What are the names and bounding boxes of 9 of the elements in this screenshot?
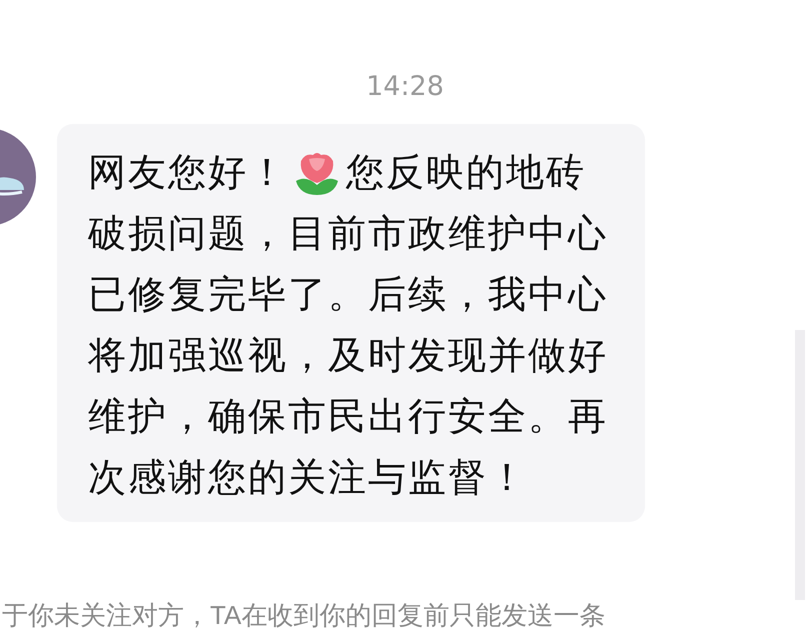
message-text: 您反映的地砖 [346, 151, 586, 196]
message-text: 将加强巡视，及时发现并做好 [88, 334, 608, 379]
message-text: 次感谢您的关注与监督！ [88, 456, 528, 501]
notice-text: 于你未关注对方，TA在收到你的回复前只能发送一条 [2, 600, 606, 630]
message-text: 维护，确保市民出行安全。再 [88, 395, 608, 440]
timestamp: 14:28 [366, 70, 444, 104]
message-text: 破损问题，目前市政维护中心 [88, 212, 608, 257]
message-text: 已修复完毕了。后续，我中心 [88, 273, 608, 318]
message-text: 网友您好！ [88, 151, 288, 196]
